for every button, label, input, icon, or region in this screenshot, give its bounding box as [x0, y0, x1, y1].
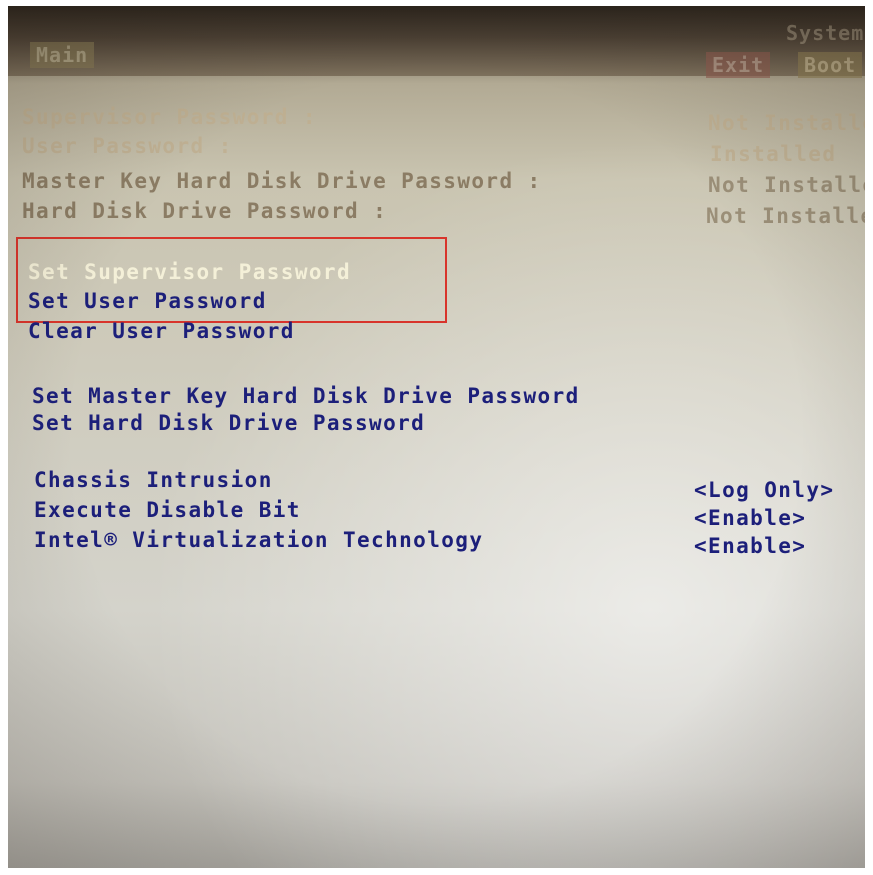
intel-vt-value[interactable]: <Enable> [694, 534, 806, 558]
tab-main[interactable]: Main [30, 42, 95, 68]
user-password-status-value: Installed [710, 142, 837, 166]
supervisor-password-status-label: Supervisor Password : [22, 105, 317, 129]
user-password-status-label: User Password : [22, 134, 233, 158]
set-hdd-password[interactable]: Set Hard Disk Drive Password [32, 411, 425, 435]
hdd-password-status-value: Not Installed [706, 204, 865, 228]
execute-disable-bit-value[interactable]: <Enable> [694, 506, 806, 530]
hdd-password-status-label: Hard Disk Drive Password : [22, 199, 388, 223]
supervisor-password-status-value: Not Installed [708, 111, 865, 135]
tab-boot[interactable]: Boot [798, 52, 863, 78]
chassis-intrusion-label[interactable]: Chassis Intrusion [34, 468, 273, 492]
clear-user-password[interactable]: Clear User Password [28, 319, 295, 343]
execute-disable-bit-label[interactable]: Execute Disable Bit [34, 498, 301, 522]
master-key-hdd-status-value: Not Installed [708, 173, 865, 197]
set-user-password[interactable]: Set User Password [28, 289, 267, 313]
bios-title: System [786, 21, 865, 45]
set-supervisor-password[interactable]: Set Supervisor Password [28, 260, 351, 284]
tab-exit[interactable]: Exit [706, 52, 771, 78]
bios-screen: Main System Exit Boot Supervisor Passwor… [8, 6, 865, 868]
chassis-intrusion-value[interactable]: <Log Only> [694, 478, 834, 502]
bios-menu-bar: Main System Exit Boot [8, 6, 865, 78]
master-key-hdd-status-label: Master Key Hard Disk Drive Password : [22, 169, 542, 193]
set-master-key-hdd-password[interactable]: Set Master Key Hard Disk Drive Password [32, 384, 580, 408]
intel-vt-label[interactable]: Intel® Virtualization Technology [34, 528, 483, 552]
